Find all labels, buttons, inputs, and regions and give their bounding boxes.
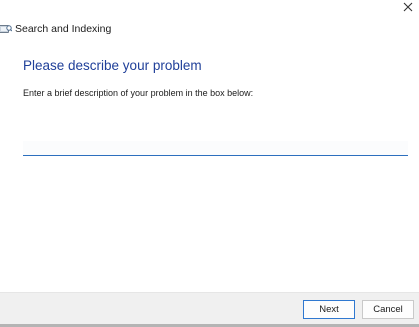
instruction-text: Enter a brief description of your proble… <box>23 88 254 98</box>
close-icon <box>403 2 413 12</box>
title-bar: Search and Indexing <box>0 0 419 48</box>
app-header: Search and Indexing <box>0 21 111 37</box>
cancel-button[interactable]: Cancel <box>362 300 414 319</box>
search-indexing-icon <box>0 25 12 33</box>
troubleshooter-window: Search and Indexing Please describe your… <box>0 0 419 327</box>
close-button[interactable] <box>397 0 419 14</box>
problem-description-input[interactable] <box>23 141 408 156</box>
footer-bar <box>0 292 419 325</box>
next-button[interactable]: Next <box>303 300 355 319</box>
window-title: Search and Indexing <box>15 23 112 35</box>
page-heading: Please describe your problem <box>23 58 202 73</box>
